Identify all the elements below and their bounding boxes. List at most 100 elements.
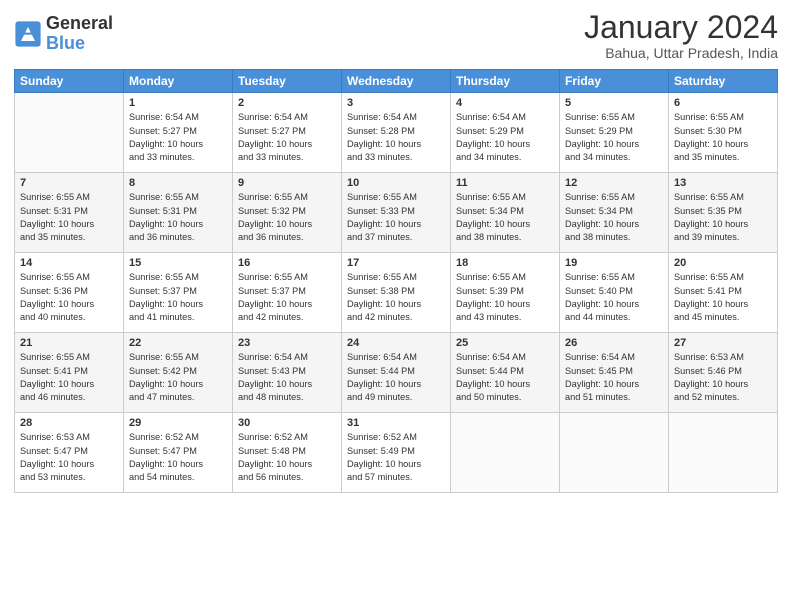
day-cell: 12 Sunrise: 6:55 AM Sunset: 5:34 PM Dayli…	[560, 173, 669, 253]
title-block: January 2024 Bahua, Uttar Pradesh, India	[584, 10, 778, 61]
day-cell: 4Sunrise: 6:54 AM Sunset: 5:29 PM Daylig…	[451, 93, 560, 173]
day-cell	[451, 413, 560, 493]
day-info: Sunrise: 6:55 AM Sunset: 5:42 PM Dayligh…	[129, 351, 227, 404]
col-header-tuesday: Tuesday	[233, 70, 342, 93]
day-info: Sunrise: 6:55 AM Sunset: 5:32 PM Dayligh…	[238, 191, 336, 244]
day-cell: 10Sunrise: 6:55 AM Sunset: 5:33 PM Dayli…	[342, 173, 451, 253]
day-cell: 1 Sunrise: 6:54 AM Sunset: 5:27 PM Daylig…	[124, 93, 233, 173]
day-cell: 5 Sunrise: 6:55 AM Sunset: 5:29 PM Daylig…	[560, 93, 669, 173]
day-info: Sunrise: 6:55 AM Sunset: 5:30 PM Dayligh…	[674, 111, 772, 164]
day-info: Sunrise: 6:52 AM Sunset: 5:47 PM Dayligh…	[129, 431, 227, 484]
day-cell: 18Sunrise: 6:55 AM Sunset: 5:39 PM Dayli…	[451, 253, 560, 333]
day-info: Sunrise: 6:54 AM Sunset: 5:27 PM Dayligh…	[129, 111, 227, 164]
day-number: 11	[456, 177, 554, 189]
calendar-header-row: SundayMondayTuesdayWednesdayThursdayFrid…	[15, 70, 778, 93]
day-cell: 15 Sunrise: 6:55 AM Sunset: 5:37 PM Dayli…	[124, 253, 233, 333]
col-header-sunday: Sunday	[15, 70, 124, 93]
day-number: 17	[347, 257, 445, 269]
day-info: Sunrise: 6:55 AM Sunset: 5:29 PM Dayligh…	[565, 111, 663, 164]
week-row-1: 7Sunrise: 6:55 AM Sunset: 5:31 PM Daylig…	[15, 173, 778, 253]
day-number: 19	[565, 257, 663, 269]
day-number: 13	[674, 177, 772, 189]
day-cell: 25Sunrise: 6:54 AM Sunset: 5:44 PM Dayli…	[451, 333, 560, 413]
calendar-table: SundayMondayTuesdayWednesdayThursdayFrid…	[14, 69, 778, 493]
day-cell: 14 Sunrise: 6:55 AM Sunset: 5:36 PM Dayli…	[15, 253, 124, 333]
day-number: 16	[238, 257, 336, 269]
day-number: 5	[565, 97, 663, 109]
day-info: Sunrise: 6:55 AM Sunset: 5:36 PM Dayligh…	[20, 271, 118, 324]
logo-blue: Blue	[46, 33, 85, 53]
day-number: 6	[674, 97, 772, 109]
day-cell	[560, 413, 669, 493]
day-number: 26	[565, 337, 663, 349]
day-cell: 16 Sunrise: 6:55 AM Sunset: 5:37 PM Dayli…	[233, 253, 342, 333]
day-cell: 20 Sunrise: 6:55 AM Sunset: 5:41 PM Dayli…	[669, 253, 778, 333]
day-info: Sunrise: 6:54 AM Sunset: 5:43 PM Dayligh…	[238, 351, 336, 404]
day-number: 25	[456, 337, 554, 349]
day-number: 27	[674, 337, 772, 349]
day-info: Sunrise: 6:55 AM Sunset: 5:40 PM Dayligh…	[565, 271, 663, 324]
day-number: 23	[238, 337, 336, 349]
logo-icon	[14, 20, 42, 48]
day-info: Sunrise: 6:55 AM Sunset: 5:39 PM Dayligh…	[456, 271, 554, 324]
day-info: Sunrise: 6:55 AM Sunset: 5:31 PM Dayligh…	[129, 191, 227, 244]
day-cell: 23 Sunrise: 6:54 AM Sunset: 5:43 PM Dayli…	[233, 333, 342, 413]
day-cell: 7Sunrise: 6:55 AM Sunset: 5:31 PM Daylig…	[15, 173, 124, 253]
day-info: Sunrise: 6:52 AM Sunset: 5:48 PM Dayligh…	[238, 431, 336, 484]
day-cell: 19 Sunrise: 6:55 AM Sunset: 5:40 PM Dayli…	[560, 253, 669, 333]
day-info: Sunrise: 6:55 AM Sunset: 5:37 PM Dayligh…	[238, 271, 336, 324]
day-number: 4	[456, 97, 554, 109]
day-info: Sunrise: 6:54 AM Sunset: 5:28 PM Dayligh…	[347, 111, 445, 164]
day-info: Sunrise: 6:55 AM Sunset: 5:34 PM Dayligh…	[565, 191, 663, 244]
day-number: 3	[347, 97, 445, 109]
day-number: 2	[238, 97, 336, 109]
day-number: 8	[129, 177, 227, 189]
day-number: 31	[347, 417, 445, 429]
day-cell: 24 Sunrise: 6:54 AM Sunset: 5:44 PM Dayli…	[342, 333, 451, 413]
day-number: 9	[238, 177, 336, 189]
col-header-saturday: Saturday	[669, 70, 778, 93]
day-cell: 17 Sunrise: 6:55 AM Sunset: 5:38 PM Dayli…	[342, 253, 451, 333]
day-cell: 26Sunrise: 6:54 AM Sunset: 5:45 PM Dayli…	[560, 333, 669, 413]
day-cell: 6 Sunrise: 6:55 AM Sunset: 5:30 PM Daylig…	[669, 93, 778, 173]
day-number: 29	[129, 417, 227, 429]
col-header-thursday: Thursday	[451, 70, 560, 93]
day-cell: 11Sunrise: 6:55 AM Sunset: 5:34 PM Dayli…	[451, 173, 560, 253]
day-info: Sunrise: 6:55 AM Sunset: 5:35 PM Dayligh…	[674, 191, 772, 244]
day-info: Sunrise: 6:55 AM Sunset: 5:41 PM Dayligh…	[20, 351, 118, 404]
day-number: 1	[129, 97, 227, 109]
day-info: Sunrise: 6:55 AM Sunset: 5:31 PM Dayligh…	[20, 191, 118, 244]
day-info: Sunrise: 6:54 AM Sunset: 5:44 PM Dayligh…	[347, 351, 445, 404]
day-cell: 2Sunrise: 6:54 AM Sunset: 5:27 PM Daylig…	[233, 93, 342, 173]
day-cell: 13 Sunrise: 6:55 AM Sunset: 5:35 PM Dayli…	[669, 173, 778, 253]
month-title: January 2024	[584, 10, 778, 45]
day-number: 14	[20, 257, 118, 269]
day-info: Sunrise: 6:55 AM Sunset: 5:38 PM Dayligh…	[347, 271, 445, 324]
location-subtitle: Bahua, Uttar Pradesh, India	[584, 45, 778, 61]
col-header-monday: Monday	[124, 70, 233, 93]
header: GeneralBlue January 2024 Bahua, Uttar Pr…	[14, 10, 778, 61]
day-cell: 28Sunrise: 6:53 AM Sunset: 5:47 PM Dayli…	[15, 413, 124, 493]
day-number: 22	[129, 337, 227, 349]
day-info: Sunrise: 6:55 AM Sunset: 5:41 PM Dayligh…	[674, 271, 772, 324]
day-cell: 9 Sunrise: 6:55 AM Sunset: 5:32 PM Daylig…	[233, 173, 342, 253]
day-info: Sunrise: 6:53 AM Sunset: 5:47 PM Dayligh…	[20, 431, 118, 484]
day-cell: 31Sunrise: 6:52 AM Sunset: 5:49 PM Dayli…	[342, 413, 451, 493]
day-number: 12	[565, 177, 663, 189]
day-number: 24	[347, 337, 445, 349]
page: GeneralBlue January 2024 Bahua, Uttar Pr…	[0, 0, 792, 612]
week-row-4: 28Sunrise: 6:53 AM Sunset: 5:47 PM Dayli…	[15, 413, 778, 493]
col-header-wednesday: Wednesday	[342, 70, 451, 93]
day-info: Sunrise: 6:55 AM Sunset: 5:37 PM Dayligh…	[129, 271, 227, 324]
day-cell: 27Sunrise: 6:53 AM Sunset: 5:46 PM Dayli…	[669, 333, 778, 413]
day-number: 20	[674, 257, 772, 269]
day-cell: 30 Sunrise: 6:52 AM Sunset: 5:48 PM Dayli…	[233, 413, 342, 493]
day-cell: 22 Sunrise: 6:55 AM Sunset: 5:42 PM Dayli…	[124, 333, 233, 413]
day-number: 15	[129, 257, 227, 269]
day-cell	[669, 413, 778, 493]
day-number: 30	[238, 417, 336, 429]
logo: GeneralBlue	[14, 14, 113, 54]
day-info: Sunrise: 6:55 AM Sunset: 5:33 PM Dayligh…	[347, 191, 445, 244]
day-cell: 8 Sunrise: 6:55 AM Sunset: 5:31 PM Daylig…	[124, 173, 233, 253]
day-cell: 3 Sunrise: 6:54 AM Sunset: 5:28 PM Daylig…	[342, 93, 451, 173]
